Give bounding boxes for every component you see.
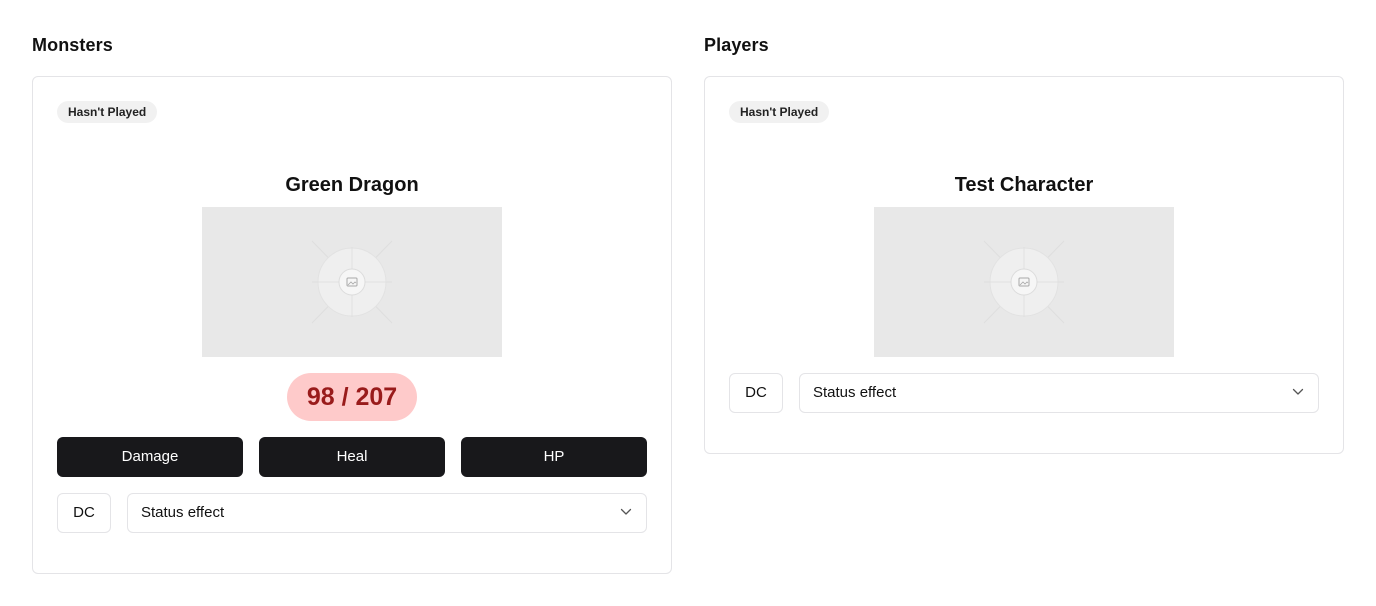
players-heading: Players [704, 35, 769, 55]
image-placeholder-icon [983, 240, 1065, 324]
status-effect-select-value: Status effect [141, 504, 225, 521]
player-name: Test Character [954, 174, 1094, 196]
turn-status-badge: Hasn't Played [729, 101, 830, 123]
monster-name: Green Dragon [285, 174, 419, 196]
dc-button[interactable]: DC [729, 373, 783, 413]
status-effect-select-value: Status effect [813, 384, 897, 401]
monster-portrait [202, 207, 502, 357]
player-card: Hasn't Played Test Character DC Status e… [704, 76, 1344, 454]
status-effect-select[interactable]: Status effect [127, 493, 647, 533]
heal-button[interactable]: Heal [259, 437, 445, 477]
player-portrait [874, 207, 1174, 357]
hp-display: 98 / 207 [287, 373, 417, 421]
image-placeholder-icon [311, 240, 393, 324]
turn-status-badge: Hasn't Played [57, 101, 158, 123]
monsters-heading: Monsters [32, 35, 113, 55]
hp-button[interactable]: HP [461, 437, 647, 477]
monster-card: Hasn't Played Green Dragon 98 / 207 Dama… [32, 76, 672, 574]
status-effect-select[interactable]: Status effect [799, 373, 1319, 413]
chevron-down-icon [1292, 388, 1304, 395]
damage-button[interactable]: Damage [57, 437, 243, 477]
dc-button[interactable]: DC [57, 493, 111, 533]
chevron-down-icon [620, 508, 632, 515]
